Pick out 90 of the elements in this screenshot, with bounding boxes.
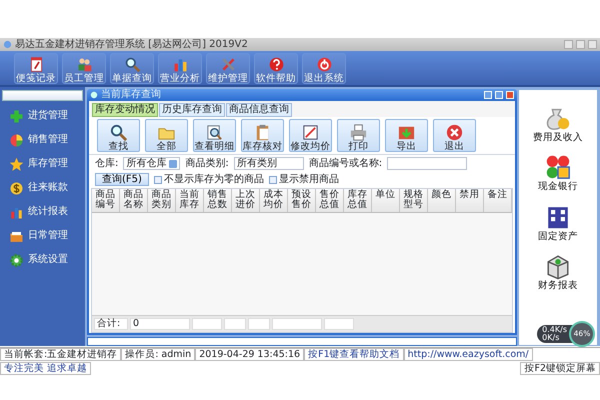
status-text: 当前帐套:五金建材进销存 xyxy=(0,348,122,361)
column-header[interactable]: 上次进价 xyxy=(232,189,260,212)
child-window-title: 当前库存查询 xyxy=(101,89,162,101)
column-header[interactable]: 售价总值 xyxy=(316,189,344,212)
toolbar-button[interactable]: 修改均价 xyxy=(289,119,332,152)
status-text: 按F2键锁定屏幕 xyxy=(520,362,600,375)
column-header[interactable]: 单位 xyxy=(372,189,400,212)
plus-icon xyxy=(9,108,24,124)
shortcut-button[interactable]: 财务报表 xyxy=(538,252,578,292)
people-icon xyxy=(76,56,92,72)
toolbar-button[interactable]: 导出 xyxy=(385,119,428,152)
column-header[interactable]: 预设售价 xyxy=(288,189,316,212)
status-text: 2019-04-29 13:45:16 xyxy=(195,348,304,361)
sidebar-item[interactable]: 系统设置 xyxy=(0,248,85,272)
upload-speed: 0.4K/s xyxy=(542,326,567,334)
menu-button[interactable]: 退出系统 xyxy=(302,53,346,84)
menu-button[interactable]: 员工管理 xyxy=(62,53,106,84)
toolbar-button[interactable]: 查看明细 xyxy=(193,119,236,152)
column-header[interactable]: 备注 xyxy=(484,189,512,212)
close-button[interactable] xyxy=(588,40,597,49)
search-field[interactable] xyxy=(387,157,468,170)
star-icon xyxy=(9,156,24,172)
status-text: 按F1键查看帮助文档 xyxy=(304,348,404,361)
search-icon xyxy=(109,122,128,142)
sidebar-item[interactable]: 销售管理 xyxy=(0,128,85,152)
field-label: 商品类别: xyxy=(185,158,229,170)
column-header[interactable]: 商品类别 xyxy=(148,189,176,212)
sidebar-item[interactable]: 日常管理 xyxy=(0,224,85,248)
total-cell: 0 xyxy=(130,318,190,330)
shortcut-button[interactable]: 费用及收入 xyxy=(533,104,583,144)
status-text: 操作员: admin xyxy=(121,348,196,361)
column-header[interactable]: 商品编号 xyxy=(92,189,120,212)
sidebar-item[interactable]: 库存管理 xyxy=(0,152,85,176)
column-header[interactable]: 当前库存 xyxy=(176,189,204,212)
shortcut-button[interactable]: 现金银行 xyxy=(538,153,578,193)
website-link[interactable]: http://www.eazysoft.com/ xyxy=(404,348,533,361)
search-icon xyxy=(124,56,140,72)
toolbar-button[interactable]: 打印 xyxy=(337,119,380,152)
field-label: 仓库: xyxy=(95,158,118,170)
toolbar-button[interactable]: 库存核对 xyxy=(241,119,284,152)
checkbox-label: 不显示库存为零的商品 xyxy=(164,174,264,186)
sidebar-item[interactable]: 统计报表 xyxy=(0,200,85,224)
coins-icon xyxy=(544,153,572,182)
checkbox-label: 显示禁用商品 xyxy=(278,174,339,186)
column-header[interactable]: 禁用 xyxy=(456,189,484,212)
column-header[interactable]: 颜色 xyxy=(428,189,456,212)
toolbar-button[interactable]: 退出 xyxy=(433,119,476,152)
gear-icon xyxy=(9,252,24,268)
tab[interactable]: 商品信息查询 xyxy=(226,103,292,117)
app-icon xyxy=(3,40,12,49)
column-header[interactable]: 成本均价 xyxy=(260,189,288,212)
field-label: 商品编号或名称: xyxy=(308,158,382,170)
dollar-icon xyxy=(9,180,24,196)
checkbox[interactable] xyxy=(268,176,277,184)
checkbox[interactable] xyxy=(154,176,162,184)
power-icon xyxy=(316,56,332,72)
column-header[interactable]: 库存总值 xyxy=(344,189,372,212)
window-title: 易达五金建材进销存管理系统 [易达网公司] 2019V2 xyxy=(15,38,249,50)
column-header[interactable]: 规格型号 xyxy=(400,189,428,212)
download-speed: 0K/s xyxy=(542,334,560,342)
menu-button[interactable]: 维护管理 xyxy=(206,53,250,84)
menu-button[interactable]: 便笺记录 xyxy=(14,53,58,84)
warehouse-dropdown[interactable]: 所有仓库 xyxy=(123,157,180,170)
query-button[interactable]: 查询(F5) xyxy=(95,173,149,186)
tools-icon xyxy=(220,56,236,72)
restore-button[interactable] xyxy=(576,40,585,49)
minimize-button[interactable] xyxy=(564,40,573,49)
menu-button[interactable]: 营业分析 xyxy=(158,53,202,84)
tab[interactable]: 历史库存查询 xyxy=(159,103,225,117)
close-icon xyxy=(445,122,464,142)
total-cell: 合计: xyxy=(94,318,128,330)
toolbar-button[interactable]: 查找 xyxy=(97,119,140,152)
status-text: 专注完美 追求卓越 xyxy=(0,362,92,375)
category-field[interactable]: 所有类别 xyxy=(234,157,304,170)
edit-icon xyxy=(301,122,320,142)
sidebar-item[interactable]: 进货管理 xyxy=(0,104,85,128)
shortcut-button[interactable]: 固定资产 xyxy=(538,202,578,242)
pie-chart-icon xyxy=(9,132,24,148)
sidebar-item[interactable]: 往来账款 xyxy=(0,176,85,200)
column-header[interactable]: 商品名称 xyxy=(120,189,148,212)
column-header[interactable]: 销售总数 xyxy=(204,189,232,212)
toolbar-button[interactable]: 全部 xyxy=(145,119,188,152)
help-icon xyxy=(268,56,284,72)
menu-button[interactable]: 单据查询 xyxy=(110,53,154,84)
magnifier-icon xyxy=(205,122,224,142)
sidebar-field[interactable] xyxy=(2,90,83,101)
menu-button[interactable]: 软件帮助 xyxy=(254,53,298,84)
tab[interactable]: 库存变动情况 xyxy=(92,103,158,117)
window-icon xyxy=(90,91,98,99)
printer-icon xyxy=(349,122,368,142)
